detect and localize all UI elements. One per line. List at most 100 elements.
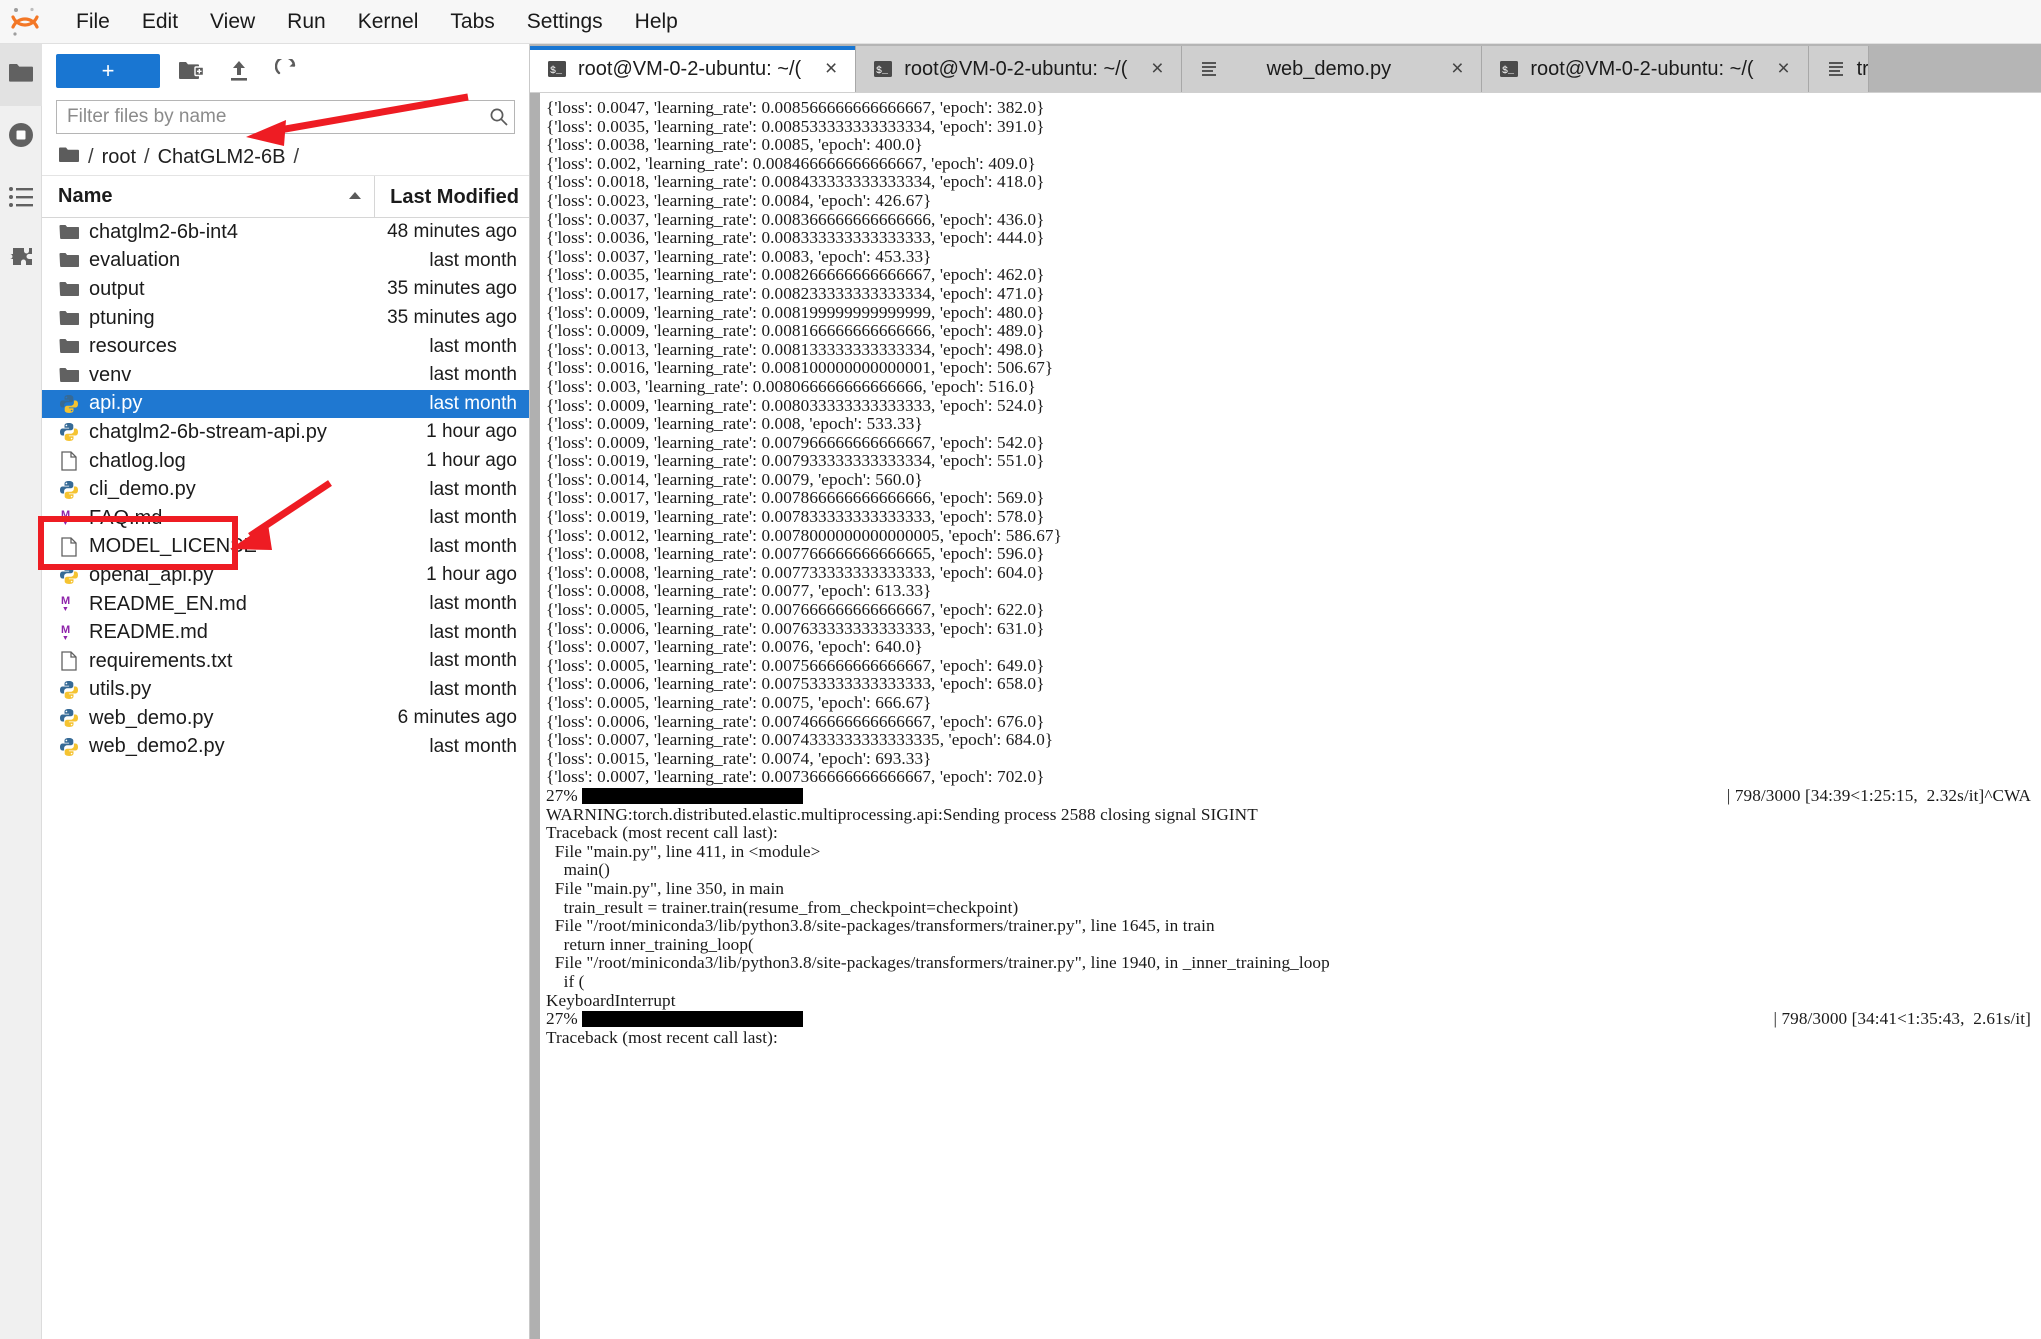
menu-view[interactable]: View	[194, 4, 271, 39]
file-row[interactable]: evaluation last month	[42, 247, 529, 276]
menu-file[interactable]: File	[60, 4, 126, 39]
training-log-line: {'loss': 0.0012, 'learning_rate': 0.0078…	[546, 525, 1062, 545]
file-name-label: web_demo.py	[89, 706, 214, 729]
file-row-name-cell: api.py	[42, 392, 374, 415]
menu-help[interactable]: Help	[619, 4, 694, 39]
file-last-modified: last month	[429, 593, 517, 615]
file-row[interactable]: M README.md last month	[42, 618, 529, 647]
svg-text:M: M	[61, 624, 70, 636]
file-row-name-cell: venv	[42, 364, 374, 387]
dock-tab[interactable]: web_demo.py ×	[1182, 46, 1483, 92]
training-log-line: {'loss': 0.0006, 'learning_rate': 0.0076…	[546, 618, 1045, 638]
breadcrumb-home-icon[interactable]	[58, 146, 80, 170]
breadcrumb-root-slash[interactable]: /	[88, 146, 94, 169]
training-log-line: {'loss': 0.0023, 'learning_rate': 0.0084…	[546, 190, 932, 210]
upload-icon[interactable]	[222, 56, 256, 86]
column-header-name[interactable]: Name	[42, 185, 374, 208]
filter-row	[42, 98, 529, 142]
file-icon	[58, 536, 80, 558]
close-icon[interactable]: ×	[1774, 57, 1794, 81]
dock-tab[interactable]: $_ root@VM-0-2-ubuntu: ~/(×	[530, 46, 857, 92]
file-row[interactable]: output 35 minutes ago	[42, 275, 529, 304]
dock-tab[interactable]: tr	[1808, 46, 1869, 92]
close-icon[interactable]: ×	[821, 57, 841, 81]
file-row-name-cell: M README.md	[42, 621, 374, 644]
file-last-modified: last month	[429, 735, 517, 757]
file-row[interactable]: MODEL_LICENSE last month	[42, 533, 529, 562]
file-row[interactable]: ptuning 35 minutes ago	[42, 304, 529, 333]
file-icon	[58, 450, 80, 472]
training-log-line: {'loss': 0.0038, 'learning_rate': 0.0085…	[546, 135, 923, 155]
terminal-scrollbar[interactable]	[530, 93, 540, 1339]
traceback-line: KeyboardInterrupt	[546, 990, 676, 1010]
file-name-label: evaluation	[89, 249, 181, 272]
new-folder-icon[interactable]	[174, 56, 208, 86]
menu-tabs[interactable]: Tabs	[434, 4, 510, 39]
training-log-line: {'loss': 0.0035, 'learning_rate': 0.0082…	[546, 265, 1045, 285]
file-row[interactable]: web_demo.py 6 minutes ago	[42, 704, 529, 733]
training-log-line: {'loss': 0.0008, 'learning_rate': 0.0077…	[546, 562, 1045, 582]
file-row[interactable]: chatlog.log 1 hour ago	[42, 447, 529, 476]
file-row[interactable]: cli_demo.py last month	[42, 475, 529, 504]
sidebar-item-running-sessions[interactable]	[0, 106, 42, 168]
dock-tab[interactable]: $_ root@VM-0-2-ubuntu: ~/(×	[1482, 46, 1809, 92]
svg-text:$_: $_	[550, 65, 563, 77]
menu-kernel[interactable]: Kernel	[342, 4, 435, 39]
menu-settings[interactable]: Settings	[511, 4, 619, 39]
filter-files-box[interactable]	[56, 100, 515, 134]
python-icon	[58, 479, 80, 501]
search-input[interactable]	[57, 101, 484, 133]
running-terminals-icon	[7, 121, 35, 154]
traceback-line: return inner_training_loop(	[546, 934, 754, 954]
menu-run[interactable]: Run	[271, 4, 342, 39]
text-file-icon	[1825, 58, 1847, 80]
file-last-modified: 6 minutes ago	[397, 707, 517, 729]
training-log-line: {'loss': 0.0009, 'learning_rate': 0.0081…	[546, 302, 1045, 322]
menu-edit[interactable]: Edit	[126, 4, 194, 39]
file-row[interactable]: venv last month	[42, 361, 529, 390]
file-row[interactable]: requirements.txt last month	[42, 647, 529, 676]
close-icon[interactable]: ×	[1447, 57, 1467, 81]
file-name-label: resources	[89, 335, 177, 358]
breadcrumb-part-chatglm[interactable]: ChatGLM2-6B	[158, 146, 286, 169]
dock-tab[interactable]: $_ root@VM-0-2-ubuntu: ~/(×	[856, 46, 1183, 92]
breadcrumb-part-root[interactable]: root	[102, 146, 136, 169]
file-last-modified: last month	[429, 392, 517, 414]
file-row-name-cell: cli_demo.py	[42, 478, 374, 501]
training-log-line: {'loss': 0.0007, 'learning_rate': 0.0073…	[546, 767, 1045, 787]
file-name-label: README.md	[89, 621, 208, 644]
close-icon[interactable]: ×	[1147, 57, 1167, 81]
traceback-line: WARNING:torch.distributed.elastic.multip…	[546, 804, 1258, 824]
file-name-label: utils.py	[89, 678, 152, 701]
file-row[interactable]: openai_api.py 1 hour ago	[42, 561, 529, 590]
menu-items: File Edit View Run Kernel Tabs Settings …	[60, 4, 694, 39]
sidebar-item-commands[interactable]	[0, 168, 42, 230]
training-log-line: {'loss': 0.0035, 'learning_rate': 0.0085…	[546, 116, 1045, 136]
file-row[interactable]: utils.py last month	[42, 676, 529, 705]
sidebar-item-extension-manager[interactable]	[0, 230, 42, 292]
file-row[interactable]: M FAQ.md last month	[42, 504, 529, 533]
traceback-line: File "/root/miniconda3/lib/python3.8/sit…	[546, 953, 1330, 973]
progress-stats: | 798/3000 [34:39<1:25:15, 2.32s/it]^CWA	[1726, 785, 2031, 805]
file-row[interactable]: web_demo2.py last month	[42, 733, 529, 762]
training-log-line: {'loss': 0.0006, 'learning_rate': 0.0075…	[546, 674, 1045, 694]
file-row-name-cell: M FAQ.md	[42, 507, 374, 530]
training-log-line: {'loss': 0.0006, 'learning_rate': 0.0074…	[546, 711, 1045, 731]
terminal-output[interactable]: {'loss': 0.0047, 'learning_rate': 0.0085…	[540, 93, 2041, 1339]
file-row[interactable]: resources last month	[42, 332, 529, 361]
file-row[interactable]: chatglm2-6b-stream-api.py 1 hour ago	[42, 418, 529, 447]
new-launcher-button[interactable]: +	[56, 54, 160, 88]
file-row[interactable]: chatglm2-6b-int4 48 minutes ago	[42, 218, 529, 247]
file-row[interactable]: api.py last month	[42, 389, 529, 419]
traceback-line: File "/root/miniconda3/lib/python3.8/sit…	[546, 916, 1215, 936]
training-log-line: {'loss': 0.0007, 'learning_rate': 0.0076…	[546, 637, 923, 657]
sidebar-item-file-browser[interactable]	[0, 44, 42, 106]
breadcrumb[interactable]: / root / ChatGLM2-6B /	[42, 142, 529, 176]
file-row[interactable]: M README_EN.md last month	[42, 590, 529, 619]
column-header-last-modified[interactable]: Last Modified	[374, 175, 529, 218]
file-last-modified: last month	[429, 678, 517, 700]
refresh-icon[interactable]	[270, 56, 304, 86]
file-name-label: openai_api.py	[89, 563, 214, 586]
file-name-label: FAQ.md	[89, 506, 163, 529]
file-name-label: cli_demo.py	[89, 478, 196, 501]
